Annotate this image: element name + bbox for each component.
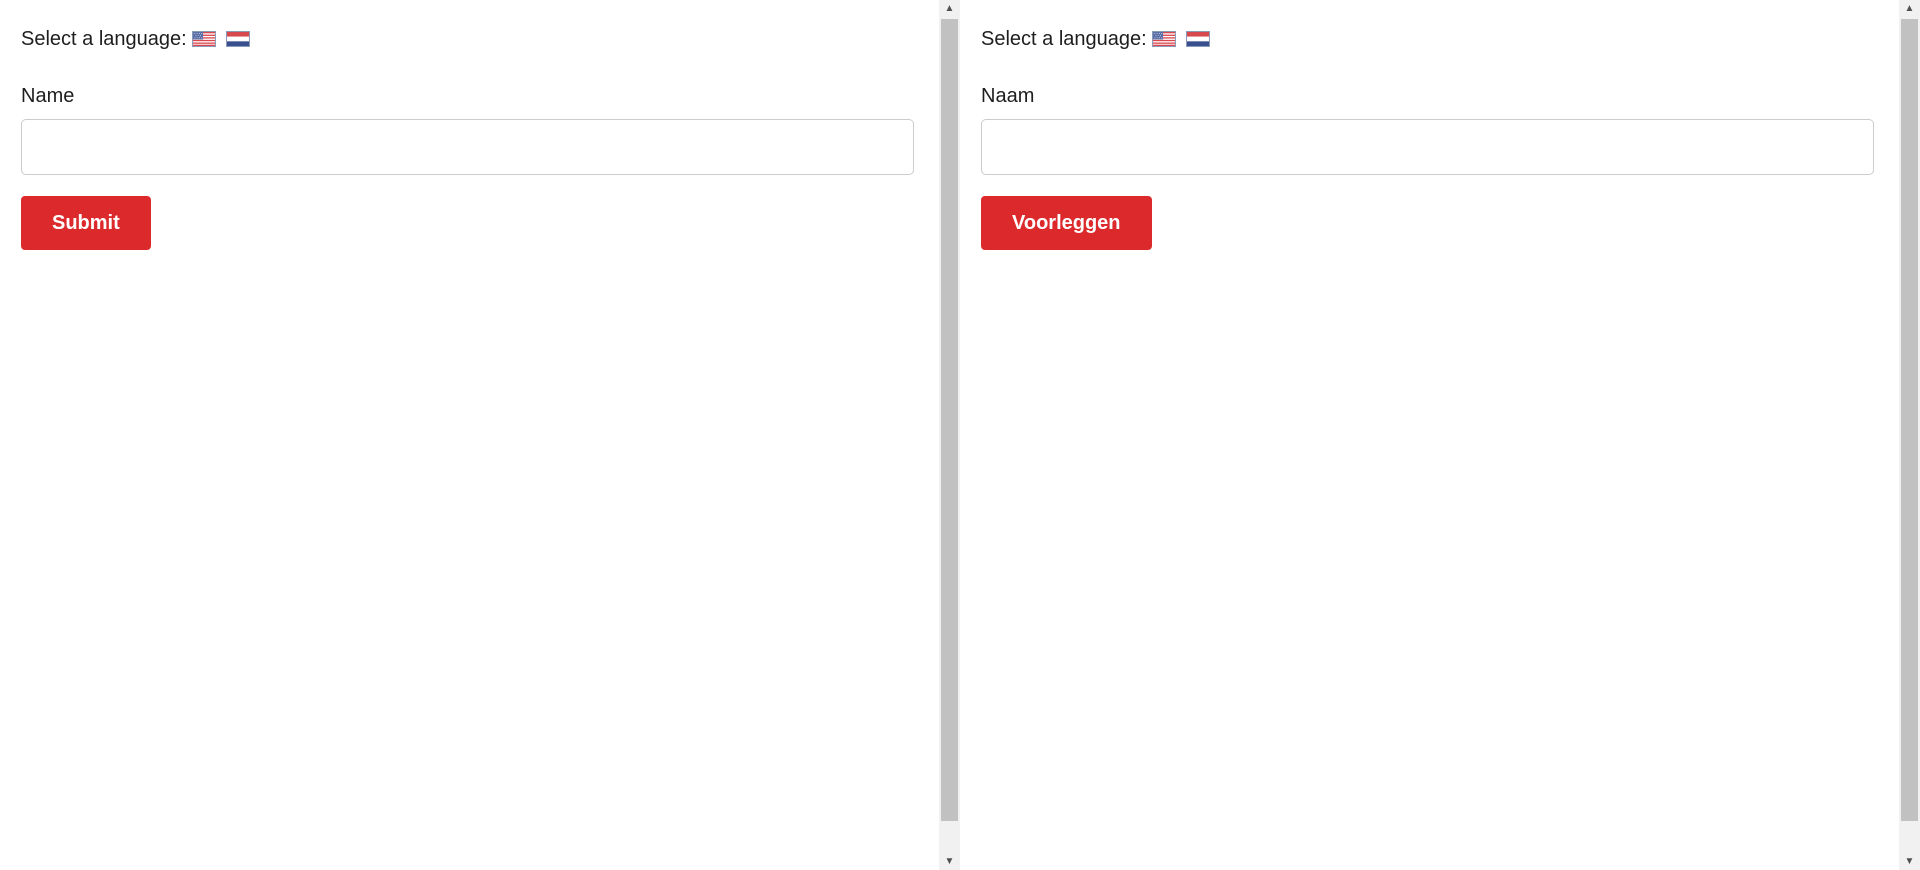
submit-button[interactable]: Submit <box>21 196 151 250</box>
vertical-scrollbar[interactable]: ▲ ▼ <box>1899 0 1920 870</box>
scrollbar-thumb[interactable] <box>1901 19 1918 821</box>
vertical-scrollbar[interactable]: ▲ ▼ <box>939 0 960 870</box>
language-prompt: Select a language: <box>21 27 187 50</box>
frame-content: Select a language: <box>0 0 939 870</box>
us-flag-icon[interactable] <box>191 31 216 47</box>
scroll-up-arrow-icon[interactable]: ▲ <box>1899 0 1920 17</box>
language-selector: Select a language: <box>981 27 1899 51</box>
name-input[interactable] <box>981 119 1874 175</box>
frame-content: Select a language: <box>960 0 1899 870</box>
scroll-down-arrow-icon[interactable]: ▼ <box>939 853 960 870</box>
nl-flag-icon[interactable] <box>1185 31 1210 47</box>
name-label: Naam <box>981 85 1035 107</box>
scrollbar-thumb[interactable] <box>941 19 958 821</box>
name-label: Name <box>21 85 75 107</box>
submit-button[interactable]: Voorleggen <box>981 196 1152 250</box>
us-flag-icon[interactable] <box>1151 31 1176 47</box>
nl-flag-icon[interactable] <box>225 31 250 47</box>
scroll-down-arrow-icon[interactable]: ▼ <box>1899 853 1920 870</box>
split-view: Select a language: Name Submit ▲ ▼ Selec… <box>0 0 1920 870</box>
scroll-up-arrow-icon[interactable]: ▲ <box>939 0 960 17</box>
language-selector: Select a language: <box>21 27 939 51</box>
frame-english: Select a language: Name Submit ▲ ▼ <box>0 0 960 870</box>
language-prompt: Select a language: <box>981 27 1147 50</box>
name-input[interactable] <box>21 119 914 175</box>
frame-dutch: Select a language: Naam Voorleggen ▲ ▼ <box>960 0 1920 870</box>
